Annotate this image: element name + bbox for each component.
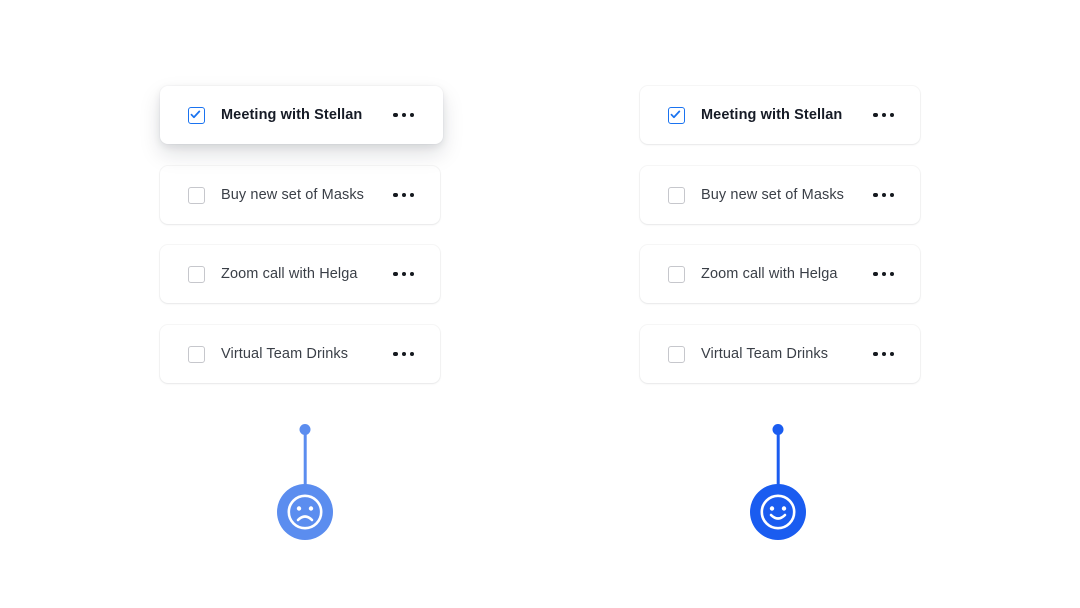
checkmark-icon [190,110,201,118]
more-options-icon[interactable] [393,351,414,357]
more-options-icon[interactable] [873,192,894,198]
task-label: Buy new set of Masks [701,187,845,203]
checkbox-unchecked[interactable] [188,186,205,204]
task-label: Virtual Team Drinks [701,346,829,362]
face-glyph [760,494,796,530]
task-card[interactable]: Zoom call with Helga [640,245,920,303]
frowning-face-icon[interactable] [277,484,333,540]
task-label: Buy new set of Masks [221,187,365,203]
more-options-icon[interactable] [873,351,894,357]
more-options-icon[interactable] [873,271,894,277]
smiling-face-icon[interactable] [750,484,806,540]
checkbox-unchecked[interactable] [668,345,685,363]
checkbox-unchecked[interactable] [188,345,205,363]
task-card[interactable]: Virtual Team Drinks [160,325,440,383]
task-card[interactable]: Meeting with Stellan [160,86,443,144]
checkmark-icon [670,110,681,118]
pin-knob [772,424,784,435]
task-label: Virtual Team Drinks [221,346,349,362]
checkbox-unchecked[interactable] [668,265,685,283]
canvas: Meeting with Stellan Buy new set of Masks… [0,0,1080,608]
checkbox-unchecked[interactable] [668,186,685,204]
task-label: Zoom call with Helga [221,266,358,282]
checkbox-checked[interactable] [668,106,685,124]
task-label: Meeting with Stellan [701,107,843,123]
task-card[interactable]: Virtual Team Drinks [640,325,920,383]
task-card[interactable]: Buy new set of Masks [160,166,440,224]
more-options-icon[interactable] [393,112,414,118]
more-options-icon[interactable] [393,192,414,198]
face-glyph [287,494,323,530]
pin-knob [299,424,311,435]
checkbox-unchecked[interactable] [188,265,205,283]
more-options-icon[interactable] [873,112,894,118]
checkbox-checked[interactable] [188,106,205,124]
task-label: Meeting with Stellan [221,107,363,123]
more-options-icon[interactable] [393,271,414,277]
task-label: Zoom call with Helga [701,266,838,282]
task-card[interactable]: Meeting with Stellan [640,86,920,144]
task-card[interactable]: Buy new set of Masks [640,166,920,224]
task-card[interactable]: Zoom call with Helga [160,245,440,303]
